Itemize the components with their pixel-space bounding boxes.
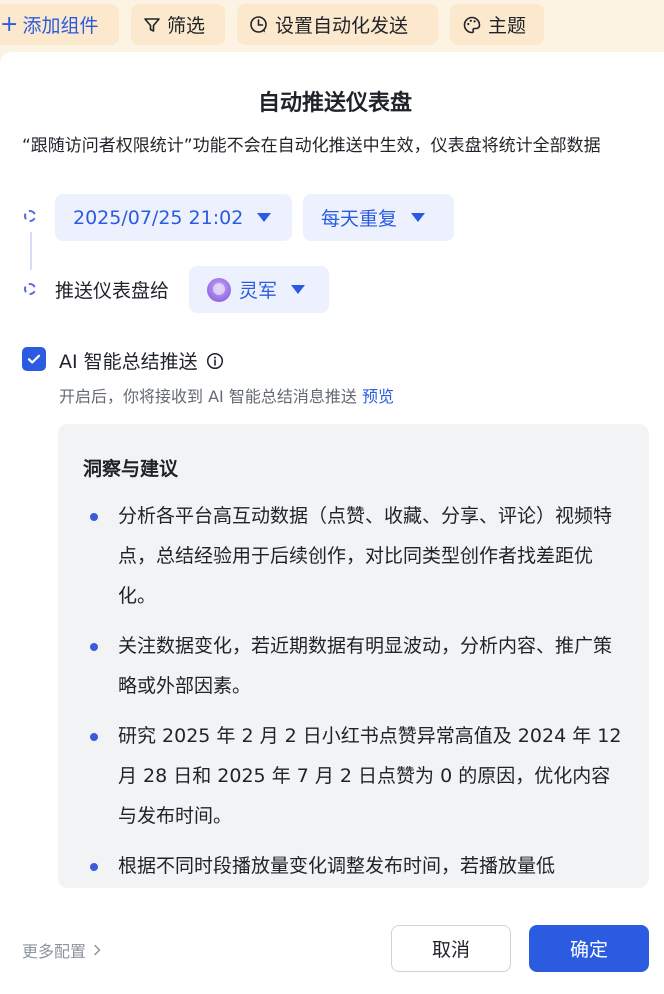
cancel-button[interactable]: 取消 (391, 925, 511, 972)
info-icon[interactable] (206, 352, 224, 370)
datetime-select[interactable]: 2025/07/25 21:02 (55, 194, 292, 241)
summary-title: 洞察与建议 (83, 458, 179, 480)
filter-button[interactable]: 筛选 (131, 4, 225, 45)
more-config-label: 更多配置 (22, 942, 87, 961)
auto-push-dialog: 自动推送仪表盘 “跟随访问者权限统计”功能不会在自动化推送中生效，仪表盘将统计全… (0, 52, 664, 994)
clock-send-icon (249, 15, 269, 35)
add-component-button[interactable]: + 添加组件 (0, 4, 119, 45)
ai-summary-preview: 洞察与建议 分析各平台高互动数据（点赞、收藏、分享、评论）视频特点，总结经验用于… (58, 424, 649, 888)
dialog-title: 自动推送仪表盘 (257, 91, 412, 116)
theme-button[interactable]: 主题 (450, 4, 544, 45)
preview-link[interactable]: 预览 (362, 387, 394, 406)
ai-summary-label: AI 智能总结推送 (59, 347, 224, 374)
avatar (207, 277, 231, 302)
timeline-connector (30, 232, 32, 270)
ai-summary-checkbox[interactable] (22, 347, 46, 371)
list-item: 分析各平台高互动数据（点赞、收藏、分享、评论）视频特点，总结经验用于后续创作，对… (58, 496, 649, 616)
ai-summary-desc-text: 开启后，你将接收到 AI 智能总结消息推送 (59, 387, 357, 406)
list-item: 研究 2025 年 2 月 2 日小红书点赞异常高值及 2024 年 12 月 … (58, 716, 649, 836)
list-item: 关注数据变化，若近期数据有明显波动，分析内容、推广策略或外部因素。 (58, 626, 649, 706)
caret-down-icon (411, 213, 426, 222)
timeline-dot-schedule (24, 210, 36, 222)
caret-down-icon (257, 213, 272, 222)
recipient-name: 灵军 (239, 280, 278, 302)
ai-summary-label-text: AI 智能总结推送 (59, 351, 198, 373)
add-component-label: 添加组件 (22, 15, 99, 37)
timeline-dot-recipient (24, 283, 36, 295)
more-config-link[interactable]: 更多配置 (22, 938, 102, 962)
confirm-button[interactable]: 确定 (529, 925, 649, 972)
palette-icon (462, 15, 482, 35)
check-icon (27, 354, 41, 364)
list-item: 根据不同时段播放量变化调整发布时间，若播放量低 (58, 846, 649, 886)
auto-send-button[interactable]: 设置自动化发送 (237, 4, 438, 45)
theme-label: 主题 (488, 15, 527, 37)
caret-down-icon (291, 285, 306, 294)
plus-icon: + (0, 11, 19, 37)
filter-label: 筛选 (167, 15, 206, 37)
repeat-select[interactable]: 每天重复 (303, 194, 454, 241)
auto-send-label: 设置自动化发送 (275, 15, 409, 37)
filter-icon (143, 16, 161, 34)
permission-notice: “跟随访问者权限统计”功能不会在自动化推送中生效，仪表盘将统计全部数据 (22, 136, 601, 156)
repeat-value: 每天重复 (321, 208, 398, 230)
datetime-value: 2025/07/25 21:02 (73, 206, 244, 229)
ai-summary-description: 开启后，你将接收到 AI 智能总结消息推送 预览 (59, 383, 394, 407)
recipient-select[interactable]: 灵军 (189, 266, 329, 313)
summary-bullets: 分析各平台高互动数据（点赞、收藏、分享、评论）视频特点，总结经验用于后续创作，对… (58, 496, 649, 888)
top-toolbar: + 添加组件 筛选 设置自动化发送 主题 (0, 0, 664, 52)
push-to-label: 推送仪表盘给 (55, 280, 170, 302)
chevron-right-icon (92, 944, 102, 956)
